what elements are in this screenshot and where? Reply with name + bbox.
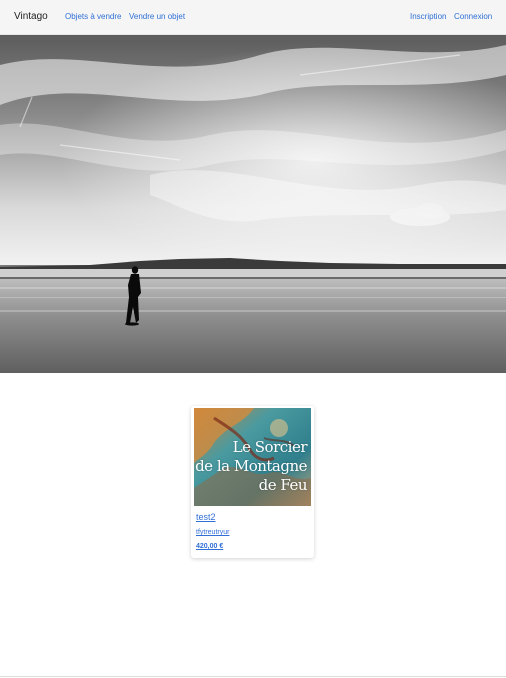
cover-title-line-3: de Feu [258, 476, 308, 494]
nav-connexion[interactable]: Connexion [454, 12, 492, 21]
nav-objets-a-vendre[interactable]: Objets à vendre [65, 12, 121, 21]
footer-divider [0, 676, 506, 677]
product-title-link[interactable]: test2 [196, 512, 216, 522]
product-cover-image[interactable]: Le Sorcier de la Montagne de Feu [194, 408, 311, 506]
navbar: Vintago Objets à vendre Vendre un objet … [0, 0, 506, 35]
brand-logo[interactable]: Vintago [14, 11, 48, 22]
product-price-link[interactable]: 420,00 € [196, 543, 223, 550]
hero-banner-image [0, 35, 506, 373]
cover-title-line-1: Le Sorcier [232, 438, 308, 456]
nav-vendre-un-objet[interactable]: Vendre un objet [129, 12, 185, 21]
cover-title-line-2: de la Montagne [195, 457, 307, 475]
product-description-link[interactable]: tfytreutryur [196, 529, 229, 536]
nav-inscription[interactable]: Inscription [410, 12, 446, 21]
product-card[interactable]: Le Sorcier de la Montagne de Feu test2 t… [191, 406, 314, 558]
hero-beach-photo [0, 35, 506, 373]
